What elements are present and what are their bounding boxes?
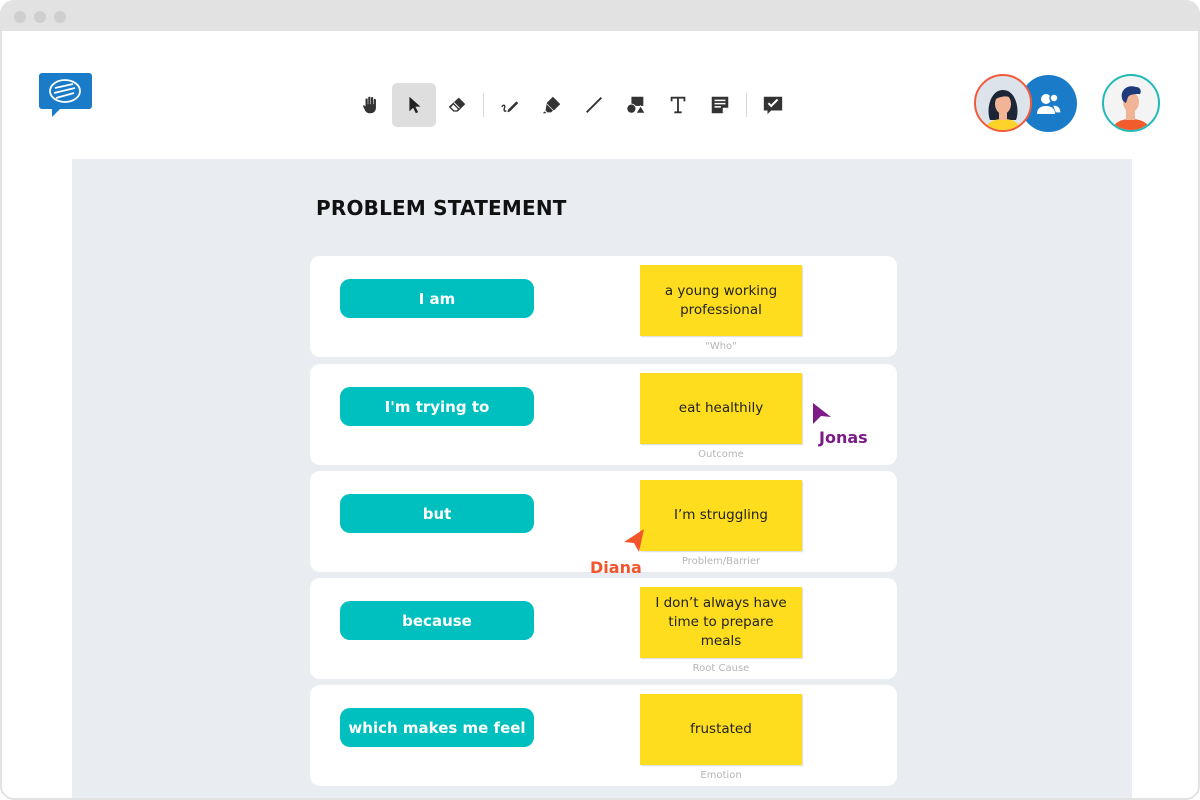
pen-icon xyxy=(501,101,519,113)
cursor-pointer-icon xyxy=(813,403,831,424)
prompt-pill[interactable]: but xyxy=(340,494,534,533)
prompt-pill[interactable]: which makes me feel xyxy=(340,708,534,747)
sticky-note[interactable]: frustated xyxy=(640,694,802,765)
cursor-label: Diana xyxy=(590,558,642,577)
sticky-note[interactable]: eat healthily xyxy=(640,373,802,444)
tool-highlighter[interactable] xyxy=(531,83,573,127)
avatar-jonas[interactable] xyxy=(1102,74,1160,132)
comment-check-icon xyxy=(763,96,783,115)
cursor-label: Jonas xyxy=(819,428,868,447)
avatar-diana[interactable] xyxy=(974,74,1032,132)
row-caption: Outcome xyxy=(698,449,744,460)
window-titlebar xyxy=(2,2,1198,31)
tool-pen[interactable] xyxy=(489,83,531,127)
cursor-arrow-icon xyxy=(409,96,421,114)
statement-row: because I don’t always have time to prep… xyxy=(310,578,897,679)
highlighter-icon xyxy=(542,96,561,114)
tool-hand[interactable] xyxy=(350,83,392,127)
window-maximize-dot[interactable] xyxy=(54,11,66,23)
shapes-icon xyxy=(626,96,646,114)
window-minimize-dot[interactable] xyxy=(34,11,46,23)
toolbar-divider xyxy=(483,93,484,117)
prompt-pill[interactable]: because xyxy=(340,601,534,640)
tool-sticky-note[interactable] xyxy=(699,83,741,127)
board-title: PROBLEM STATEMENT xyxy=(316,196,567,220)
text-icon xyxy=(670,96,686,114)
sticky-note-icon xyxy=(711,96,729,114)
window-close-dot[interactable] xyxy=(14,11,26,23)
sticky-note[interactable]: a young working professional xyxy=(640,265,802,336)
row-caption: Emotion xyxy=(700,770,742,781)
whiteboard-canvas[interactable]: PROBLEM STATEMENT I am a young working p… xyxy=(72,159,1132,798)
tool-eraser[interactable] xyxy=(436,83,478,127)
hand-icon xyxy=(363,96,376,114)
statement-row: I am a young working professional "Who" xyxy=(310,256,897,357)
toolbar-divider xyxy=(746,93,747,117)
sticky-note[interactable]: I don’t always have time to prepare meal… xyxy=(640,587,802,658)
cursor-pointer-icon xyxy=(624,529,644,552)
tool-shapes[interactable] xyxy=(615,83,657,127)
tool-select[interactable] xyxy=(392,83,436,127)
tool-line[interactable] xyxy=(573,83,615,127)
sticky-note[interactable]: I’m struggling xyxy=(640,480,802,551)
row-caption: "Who" xyxy=(705,341,737,352)
app-window: PROBLEM STATEMENT I am a young working p… xyxy=(0,0,1200,800)
drawing-toolbar xyxy=(350,83,794,127)
prompt-pill[interactable]: I am xyxy=(340,279,534,318)
tool-text[interactable] xyxy=(657,83,699,127)
row-caption: Problem/Barrier xyxy=(681,556,761,567)
chat-bubble-logo-icon[interactable] xyxy=(39,73,92,118)
users-icon xyxy=(1036,92,1062,114)
statement-row: I'm trying to eat healthily Outcome xyxy=(310,364,897,465)
row-caption: Root Cause xyxy=(692,663,750,674)
prompt-pill[interactable]: I'm trying to xyxy=(340,387,534,426)
statement-row: which makes me feel frustated Emotion xyxy=(310,685,897,786)
line-icon xyxy=(586,97,602,113)
statement-row: but I’m struggling Problem/Barrier xyxy=(310,471,897,572)
tool-comment[interactable] xyxy=(752,83,794,127)
eraser-icon xyxy=(448,97,466,112)
